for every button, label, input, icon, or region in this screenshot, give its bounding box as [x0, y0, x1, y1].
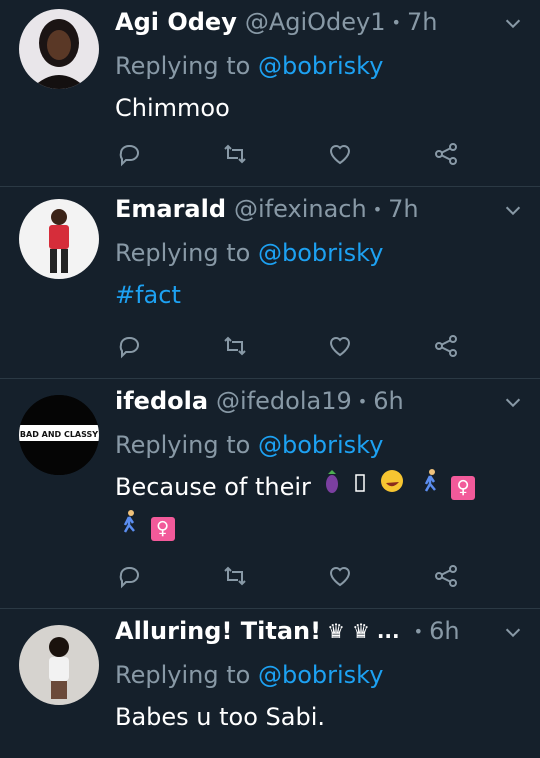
running-emoji: [118, 509, 140, 549]
tweet[interactable]: Alluring! Titan! ♛ ♛ ... • 6h Replying t…: [0, 609, 540, 758]
tweet[interactable]: Agi Odey @AgiOdey1 • 7h Replying to @bob…: [0, 0, 540, 187]
timestamp: 7h: [406, 8, 438, 36]
share-icon[interactable]: [432, 332, 460, 360]
replying-label: Replying to: [115, 239, 251, 267]
rofl-emoji: [379, 468, 405, 508]
reply-icon[interactable]: [115, 332, 143, 360]
user-photo-icon: [19, 199, 99, 279]
user-photo-icon: BAD AND CLASSY: [19, 395, 99, 475]
retweet-icon[interactable]: [221, 562, 249, 590]
separator-dot: •: [357, 391, 368, 411]
female-sign-emoji: ♀: [150, 517, 175, 541]
chevron-down-icon[interactable]: [502, 199, 524, 221]
mention-link[interactable]: @bobrisky: [258, 661, 383, 689]
separator-dot: •: [391, 12, 401, 32]
user-photo-icon: [19, 625, 99, 705]
timestamp: 7h: [388, 195, 419, 223]
hashtag-link[interactable]: #fact: [115, 275, 526, 315]
display-name[interactable]: Emarald: [115, 195, 226, 223]
avatar[interactable]: [19, 625, 99, 705]
replying-to: Replying to @bobrisky: [115, 231, 526, 275]
replying-label: Replying to: [115, 431, 251, 459]
chevron-down-icon[interactable]: [502, 621, 524, 643]
like-heart-icon[interactable]: [326, 140, 354, 168]
user-handle[interactable]: @AgiOdey1: [245, 8, 386, 36]
female-sign-emoji: ♀: [451, 476, 476, 500]
name-crown-suffix: ♛ ♛ ...: [327, 619, 400, 643]
separator-dot: •: [413, 621, 424, 641]
share-icon[interactable]: [432, 562, 460, 590]
mention-link[interactable]: @bobrisky: [258, 52, 383, 80]
tweet-text: Chimmoo: [115, 94, 230, 122]
tweet-text: Babes u too Sabi.: [115, 703, 326, 731]
mention-link[interactable]: @bobrisky: [258, 431, 383, 459]
timestamp: 6h: [429, 617, 460, 645]
tweet[interactable]: Emarald @ifexinach • 7h Replying to @bob…: [0, 187, 540, 379]
user-handle[interactable]: @ifexinach: [234, 195, 367, 223]
display-name[interactable]: Alluring! Titan!: [115, 617, 321, 645]
chevron-down-icon[interactable]: [502, 12, 524, 34]
mention-link[interactable]: @bobrisky: [258, 239, 383, 267]
user-handle[interactable]: @ifedola19: [216, 387, 352, 415]
replying-label: Replying to: [115, 52, 251, 80]
avatar[interactable]: BAD AND CLASSY: [19, 395, 99, 475]
user-photo-icon: [19, 9, 99, 89]
replying-to: Replying to @bobrisky: [115, 44, 526, 88]
replying-to: Replying to @bobrisky: [115, 653, 526, 697]
replying-label: Replying to: [115, 661, 251, 689]
missing-glyph-icon: [355, 468, 365, 508]
separator-dot: •: [372, 199, 383, 219]
avatar[interactable]: [19, 199, 99, 279]
like-heart-icon[interactable]: [326, 562, 354, 590]
tweet[interactable]: BAD AND CLASSY ifedola @ifedola19 • 6h R…: [0, 379, 540, 609]
eggplant-emoji: [322, 468, 342, 508]
running-emoji: [419, 468, 441, 508]
tweet-text-container: Because of their ♀ ♀: [115, 467, 526, 549]
like-heart-icon[interactable]: [326, 332, 354, 360]
retweet-icon[interactable]: [221, 140, 249, 168]
display-name[interactable]: Agi Odey: [115, 8, 237, 36]
reply-icon[interactable]: [115, 562, 143, 590]
reply-icon[interactable]: [115, 140, 143, 168]
avatar-text: BAD AND CLASSY: [20, 430, 98, 439]
chevron-down-icon[interactable]: [502, 391, 524, 413]
display-name[interactable]: ifedola: [115, 387, 208, 415]
retweet-icon[interactable]: [221, 332, 249, 360]
timestamp: 6h: [373, 387, 404, 415]
tweet-text: Because of their: [115, 473, 311, 501]
avatar[interactable]: [19, 9, 99, 89]
replying-to: Replying to @bobrisky: [115, 423, 526, 467]
share-icon[interactable]: [432, 140, 460, 168]
